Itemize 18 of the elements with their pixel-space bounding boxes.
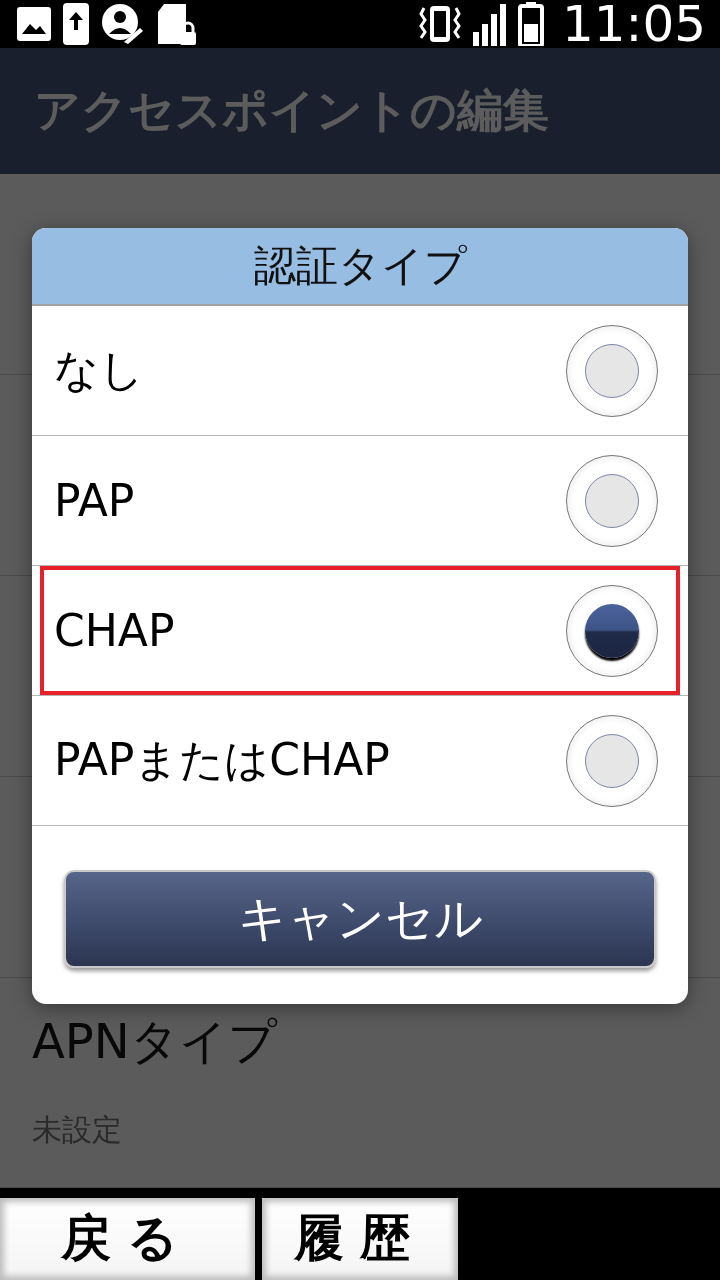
option-label: なし	[54, 343, 144, 397]
option-label: PAPまたはCHAP	[54, 733, 390, 787]
option-row[interactable]: PAPまたはCHAP	[32, 696, 688, 826]
option-row[interactable]: なし	[32, 306, 688, 436]
history-button[interactable]: 履歴	[262, 1197, 458, 1280]
image-icon	[16, 6, 52, 42]
option-label: PAP	[54, 475, 135, 526]
option-row[interactable]: CHAP	[32, 566, 688, 696]
setting-label: APNタイプ	[32, 1011, 279, 1071]
screen-title: アクセスポイントの編集	[34, 81, 549, 139]
dialog-title: 認証タイプ	[253, 240, 467, 292]
cancel-button[interactable]: キャンセル	[64, 870, 656, 968]
clock: 11:05	[561, 0, 706, 48]
option-row[interactable]: PAP	[32, 436, 688, 566]
back-button[interactable]: 戻る	[0, 1197, 255, 1280]
signal-icon	[471, 2, 508, 46]
battery-icon	[517, 2, 544, 46]
option-label: CHAP	[54, 605, 175, 656]
